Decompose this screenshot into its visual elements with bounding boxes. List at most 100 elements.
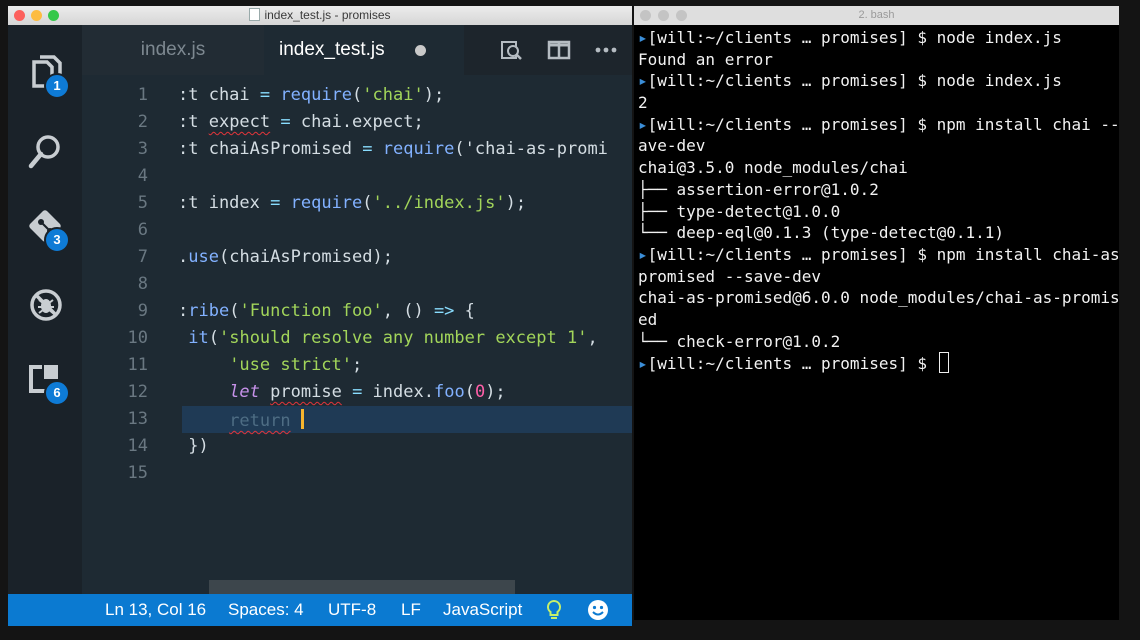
line-number: 12 xyxy=(127,382,148,402)
terminal-output-line: chai@3.5.0 node_modules/chai xyxy=(638,157,1119,179)
line-number: 14 xyxy=(127,436,148,456)
split-editor-icon[interactable] xyxy=(546,37,572,63)
terminal-title: 2. bash xyxy=(858,9,895,21)
unsaved-dot-icon[interactable] xyxy=(415,45,426,56)
open-changes-icon[interactable] xyxy=(498,37,524,63)
line-number: 15 xyxy=(127,463,148,483)
code-line: :t chaiAsPromised = require('chai-as-pro… xyxy=(178,139,608,159)
cursor-position[interactable]: Ln 13, Col 16 xyxy=(105,600,206,620)
terminal-output-line: ave-dev xyxy=(638,135,1119,157)
code-line: :t chai = require('chai'); xyxy=(178,85,445,105)
terminal-line-text: [will:~/clients … promises] $ xyxy=(647,354,937,374)
prompt-marker-icon: ▸ xyxy=(638,28,648,47)
prompt-marker-icon: ▸ xyxy=(638,354,648,374)
line-number: 9 xyxy=(137,301,148,321)
line-number: 2 xyxy=(137,112,148,132)
terminal-prompt-line: ▸[will:~/clients … promises] $ node inde… xyxy=(638,70,1119,92)
editor-tab-bar: index.js index_test.js xyxy=(82,25,632,75)
line-number: 13 xyxy=(127,409,148,429)
lightbulb-icon[interactable] xyxy=(542,598,566,622)
terminal-prompt-line: ▸[will:~/clients … promises] $ node inde… xyxy=(638,27,1119,49)
terminal-output[interactable]: ▸[will:~/clients … promises] $ node inde… xyxy=(638,27,1119,620)
indentation-setting[interactable]: Spaces: 4 xyxy=(228,600,304,620)
text-caret xyxy=(300,409,304,429)
terminal-output-line: ├── type-detect@1.0.0 xyxy=(638,201,1119,223)
code-line: 'use strict'; xyxy=(229,355,363,375)
terminal-titlebar: 2. bash xyxy=(634,6,1119,25)
terminal-line-text: [will:~/clients … promises] $ node index… xyxy=(647,28,1062,47)
line-number: 4 xyxy=(137,166,148,186)
language-mode[interactable]: JavaScript xyxy=(443,600,522,620)
terminal-output-line: Found an error xyxy=(638,49,1119,71)
encoding-setting[interactable]: UTF-8 xyxy=(328,600,376,620)
tab-index-test-js[interactable]: index_test.js xyxy=(264,25,464,75)
terminal-output-line: └── check-error@1.0.2 xyxy=(638,331,1119,353)
code-line: :t expect = chai.expect; xyxy=(178,112,424,132)
editor-window-title-text: index_test.js - promises xyxy=(264,8,391,22)
terminal-line-text: chai-as-promised@6.0.0 node_modules/chai… xyxy=(638,288,1119,308)
prompt-marker-icon: ▸ xyxy=(638,114,648,134)
terminal-prompt-line: ▸[will:~/clients … promises] $ xyxy=(638,352,1119,374)
code-editor[interactable]: 1 2 3 4 5 6 7 8 9 10 11 12 13 14 15 :t c… xyxy=(82,75,632,594)
terminal-cursor xyxy=(938,352,949,374)
explorer-badge: 1 xyxy=(44,73,70,99)
extensions-badge: 6 xyxy=(44,380,70,406)
terminal-output-line: └── deep-eql@0.1.3 (type-detect@0.1.1) xyxy=(638,222,1119,244)
more-actions-icon[interactable] xyxy=(593,37,619,63)
activity-git[interactable]: 3 xyxy=(26,207,70,253)
line-number: 8 xyxy=(137,274,148,294)
file-icon xyxy=(249,8,261,21)
search-icon xyxy=(28,135,60,169)
line-number: 5 xyxy=(137,193,148,213)
terminal-line-text: chai@3.5.0 node_modules/chai xyxy=(638,158,908,178)
terminal-line-text: [will:~/clients … promises] $ npm instal… xyxy=(647,114,1119,134)
terminal-prompt-line: ▸[will:~/clients … promises] $ npm insta… xyxy=(638,244,1119,266)
activity-explorer[interactable]: 1 xyxy=(26,53,70,99)
git-badge: 3 xyxy=(44,227,70,253)
terminal-line-text: ├── type-detect@1.0.0 xyxy=(638,201,841,221)
terminal-line-text: ├── assertion-error@1.0.2 xyxy=(638,179,879,199)
line-number: 6 xyxy=(137,220,148,240)
smiley-icon[interactable] xyxy=(586,598,610,622)
terminal-output-line: 2 xyxy=(638,92,1119,114)
terminal-line-text: promised --save-dev xyxy=(638,266,822,286)
line-number: 3 xyxy=(137,139,148,159)
code-line: .use(chaiAsPromised); xyxy=(178,247,393,267)
debug-icon xyxy=(30,289,62,321)
terminal-line-text: ave-dev xyxy=(638,136,706,156)
code-line: :ribe('Function foo', () => { xyxy=(178,301,475,321)
code-line: }) xyxy=(178,436,209,456)
terminal-line-text: Found an error xyxy=(638,49,773,69)
prompt-marker-icon: ▸ xyxy=(638,244,648,264)
horizontal-scrollbar[interactable] xyxy=(209,580,515,594)
eol-setting[interactable]: LF xyxy=(401,600,421,620)
terminal-line-text: └── deep-eql@0.1.3 (type-detect@0.1.1) xyxy=(638,223,1005,243)
activity-search[interactable] xyxy=(26,131,66,171)
terminal-window: 2. bash ▸[will:~/clients … promises] $ n… xyxy=(634,6,1119,620)
activity-extensions[interactable]: 6 xyxy=(26,360,70,406)
code-line: :t index = require('../index.js'); xyxy=(178,193,527,213)
status-bar: Ln 13, Col 16 Spaces: 4 UTF-8 LF JavaScr… xyxy=(8,594,632,626)
terminal-line-text: 2 xyxy=(638,93,648,113)
terminal-line-text: [will:~/clients … promises] $ npm instal… xyxy=(647,244,1119,264)
tab-index-js[interactable]: index.js xyxy=(82,25,264,75)
terminal-output-line: promised --save-dev xyxy=(638,266,1119,288)
activity-debug[interactable] xyxy=(26,285,66,325)
editor-titlebar: index_test.js - promises xyxy=(8,6,632,25)
terminal-output-line: ├── assertion-error@1.0.2 xyxy=(638,179,1119,201)
code-line: it('should resolve any number except 1', xyxy=(188,328,598,348)
code-line: return xyxy=(178,409,304,431)
line-number: 1 xyxy=(137,85,148,105)
prompt-marker-icon: ▸ xyxy=(638,71,648,91)
terminal-output-line: ed xyxy=(638,309,1119,331)
terminal-line-text: [will:~/clients … promises] $ node index… xyxy=(647,71,1062,91)
activity-bar: 1 3 6 xyxy=(8,25,82,594)
terminal-prompt-line: ▸[will:~/clients … promises] $ npm insta… xyxy=(638,114,1119,136)
line-number: 10 xyxy=(127,328,148,348)
terminal-line-text: └── check-error@1.0.2 xyxy=(638,331,841,351)
editor-window: index_test.js - promises 1 3 6 index.js … xyxy=(8,6,632,626)
editor-window-title: index_test.js - promises xyxy=(8,8,632,22)
line-number: 7 xyxy=(137,247,148,267)
terminal-line-text: ed xyxy=(638,309,658,329)
terminal-output-line: chai-as-promised@6.0.0 node_modules/chai… xyxy=(638,287,1119,309)
